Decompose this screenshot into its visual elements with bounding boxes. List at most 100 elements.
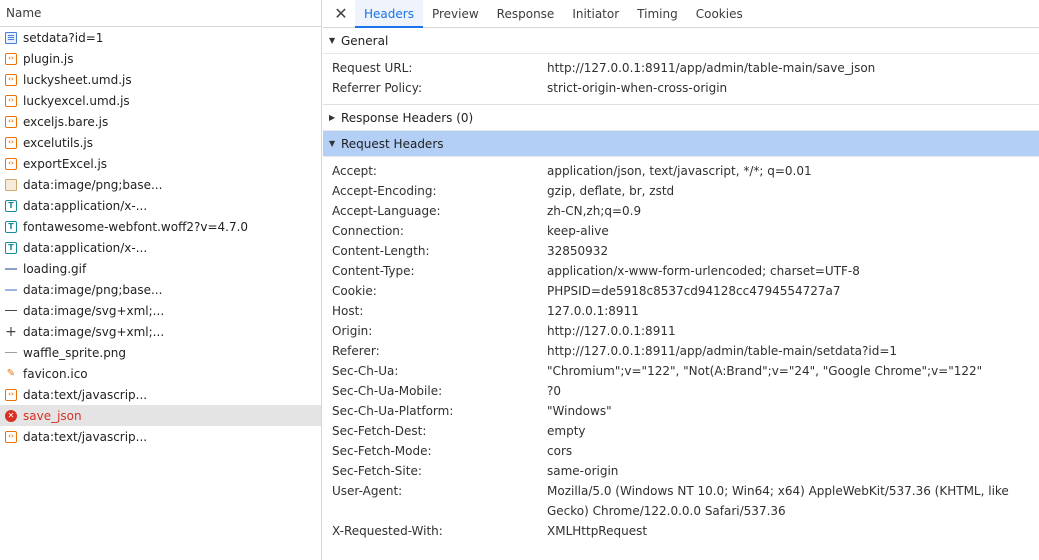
- header-key: Accept-Encoding:: [332, 184, 437, 198]
- request-row[interactable]: Tdata:application/x-...: [0, 237, 321, 258]
- header-value[interactable]: cors: [547, 441, 1039, 461]
- request-row[interactable]: ✎ favicon.ico: [0, 363, 321, 384]
- header-row: User-Agent: Mozilla/5.0 (Windows NT 10.0;…: [323, 481, 1039, 521]
- request-row[interactable]: ‹› luckyexcel.umd.js: [0, 90, 321, 111]
- header-row: Request URL: http://127.0.0.1:8911/app/ad…: [323, 58, 1039, 78]
- header-value[interactable]: XMLHttpRequest: [547, 521, 1039, 541]
- request-list-pane: Name setdata?id=1 ‹› plugin.js ‹› luckysheet…: [0, 0, 322, 560]
- request-row[interactable]: ‹› exportExcel.js: [0, 153, 321, 174]
- header-row: Host: 127.0.0.1:8911: [323, 301, 1039, 321]
- request-row[interactable]: data:image/svg+xml;...: [0, 300, 321, 321]
- font-icon: T: [5, 241, 17, 254]
- request-row[interactable]: + data:image/svg+xml;...: [0, 321, 321, 342]
- favicon-icon: ✎: [6, 367, 16, 379]
- header-value[interactable]: strict-origin-when-cross-origin: [547, 78, 1039, 98]
- gif-icon: [5, 267, 17, 270]
- header-row: Sec-Fetch-Mode: cors: [323, 441, 1039, 461]
- header-key: Referer:: [332, 344, 380, 358]
- request-row[interactable]: Tdata:application/x-...: [0, 195, 321, 216]
- collapsed-triangle-icon: ▶: [329, 113, 336, 122]
- name-column-header[interactable]: Name: [0, 0, 321, 27]
- tab-initiator[interactable]: Initiator: [563, 0, 628, 27]
- header-value[interactable]: 32850932: [547, 241, 1039, 261]
- request-row[interactable]: data:image/png;base...: [0, 174, 321, 195]
- header-value[interactable]: keep-alive: [547, 221, 1039, 241]
- header-key: Accept:: [332, 164, 377, 178]
- request-row[interactable]: ‹› plugin.js: [0, 48, 321, 69]
- request-list: setdata?id=1 ‹› plugin.js ‹› luckysheet.umd.…: [0, 27, 321, 447]
- request-row[interactable]: Tfontawesome-webfont.woff2?v=4.7.0: [0, 216, 321, 237]
- document-icon: [5, 31, 17, 44]
- header-row: Sec-Ch-Ua-Platform: "Windows": [323, 401, 1039, 421]
- request-row[interactable]: loading.gif: [0, 258, 321, 279]
- expanded-triangle-icon: ▼: [329, 36, 336, 45]
- close-icon[interactable]: ✕: [327, 0, 355, 27]
- tab-cookies[interactable]: Cookies: [687, 0, 752, 27]
- header-value[interactable]: "Chromium";v="122", "Not(A:Brand";v="24"…: [547, 361, 1039, 381]
- request-name: save_json: [23, 408, 82, 423]
- header-key: Sec-Fetch-Mode:: [332, 444, 432, 458]
- request-name: luckyexcel.umd.js: [23, 93, 130, 108]
- header-value[interactable]: same-origin: [547, 461, 1039, 481]
- request-row[interactable]: ‹› excelutils.js: [0, 132, 321, 153]
- header-value[interactable]: application/x-www-form-urlencoded; chars…: [547, 261, 1039, 281]
- header-key: Sec-Ch-Ua-Platform:: [332, 404, 454, 418]
- request-name: favicon.ico: [23, 366, 88, 381]
- request-name: loading.gif: [23, 261, 87, 276]
- header-value[interactable]: http://127.0.0.1:8911/app/admin/table-ma…: [547, 341, 1039, 361]
- header-value[interactable]: zh-CN,zh;q=0.9: [547, 201, 1039, 221]
- request-header-rows: Accept: application/json, text/javascript…: [323, 157, 1039, 547]
- request-name: data:image/png;base...: [23, 177, 163, 192]
- header-row: X-Requested-With: XMLHttpRequest: [323, 521, 1039, 541]
- header-row: Origin: http://127.0.0.1:8911: [323, 321, 1039, 341]
- header-value[interactable]: gzip, deflate, br, zstd: [547, 181, 1039, 201]
- request-name: excelutils.js: [23, 135, 94, 150]
- tab-preview[interactable]: Preview: [423, 0, 488, 27]
- header-value[interactable]: Mozilla/5.0 (Windows NT 10.0; Win64; x64…: [547, 481, 1039, 521]
- request-row[interactable]: waffle_sprite.png: [0, 342, 321, 363]
- request-name: data:image/svg+xml;...: [23, 324, 165, 339]
- font-icon: T: [5, 199, 17, 212]
- request-name: data:image/png;base...: [23, 282, 163, 297]
- header-value[interactable]: ?0: [547, 381, 1039, 401]
- request-row[interactable]: ‹› exceljs.bare.js: [0, 111, 321, 132]
- header-row: Connection: keep-alive: [323, 221, 1039, 241]
- header-row: Sec-Ch-Ua: "Chromium";v="122", "Not(A:Bra…: [323, 361, 1039, 381]
- request-row[interactable]: data:image/png;base...: [0, 279, 321, 300]
- general-section-header[interactable]: ▼ General: [323, 28, 1039, 54]
- request-row[interactable]: ‹› luckysheet.umd.js: [0, 69, 321, 90]
- general-section-title: General: [341, 33, 389, 48]
- header-key: Content-Type:: [332, 264, 415, 278]
- request-row[interactable]: ‹› data:text/javascrip...: [0, 384, 321, 405]
- tab-response[interactable]: Response: [488, 0, 564, 27]
- request-row[interactable]: ✕ save_json: [0, 405, 321, 426]
- header-key: Request URL:: [332, 61, 413, 75]
- header-key: Referrer Policy:: [332, 81, 422, 95]
- request-row[interactable]: ‹› data:text/javascrip...: [0, 426, 321, 447]
- request-headers-section-header[interactable]: ▼ Request Headers: [323, 131, 1039, 157]
- plus-image-icon: +: [5, 323, 17, 340]
- request-name: data:text/javascrip...: [23, 387, 148, 402]
- header-value[interactable]: empty: [547, 421, 1039, 441]
- header-row: Content-Length: 32850932: [323, 241, 1039, 261]
- header-value[interactable]: application/json, text/javascript, */*; …: [547, 161, 1039, 181]
- header-key: Sec-Fetch-Site:: [332, 464, 422, 478]
- header-key: Sec-Fetch-Dest:: [332, 424, 427, 438]
- response-headers-title: Response Headers (0): [341, 110, 474, 125]
- response-headers-section-header[interactable]: ▶ Response Headers (0): [323, 105, 1039, 131]
- request-row[interactable]: setdata?id=1: [0, 27, 321, 48]
- header-value[interactable]: http://127.0.0.1:8911: [547, 321, 1039, 341]
- tab-headers[interactable]: Headers: [355, 0, 423, 28]
- tab-timing[interactable]: Timing: [628, 0, 687, 27]
- header-key: Host:: [332, 304, 364, 318]
- script-icon: ‹›: [5, 52, 17, 65]
- script-icon: ‹›: [5, 388, 17, 401]
- request-name: waffle_sprite.png: [23, 345, 127, 360]
- header-row: Cookie: PHPSID=de5918c8537cd94128cc479455…: [323, 281, 1039, 301]
- header-value[interactable]: "Windows": [547, 401, 1039, 421]
- details-tabbar: ✕ Headers Preview Response Initiator Tim…: [323, 0, 1039, 28]
- header-value[interactable]: http://127.0.0.1:8911/app/admin/table-ma…: [547, 58, 1039, 78]
- header-value[interactable]: 127.0.0.1:8911: [547, 301, 1039, 321]
- header-value[interactable]: PHPSID=de5918c8537cd94128cc4794554727a7: [547, 281, 1039, 301]
- header-row: Sec-Ch-Ua-Mobile: ?0: [323, 381, 1039, 401]
